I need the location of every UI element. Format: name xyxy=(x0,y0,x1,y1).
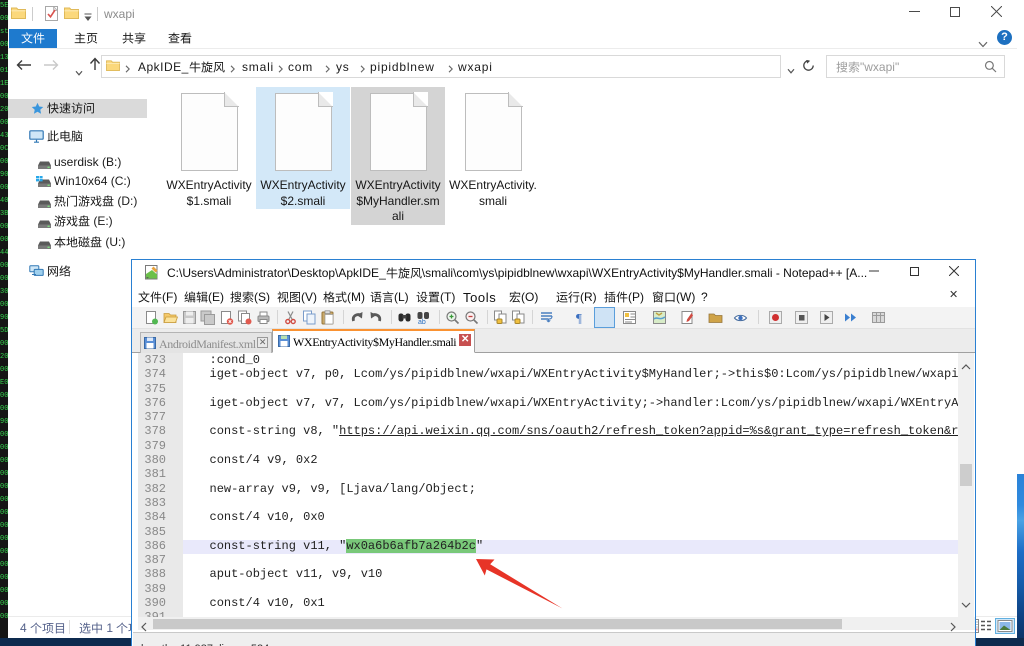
svg-text:ab: ab xyxy=(418,319,426,325)
svg-text:¶: ¶ xyxy=(576,311,582,326)
